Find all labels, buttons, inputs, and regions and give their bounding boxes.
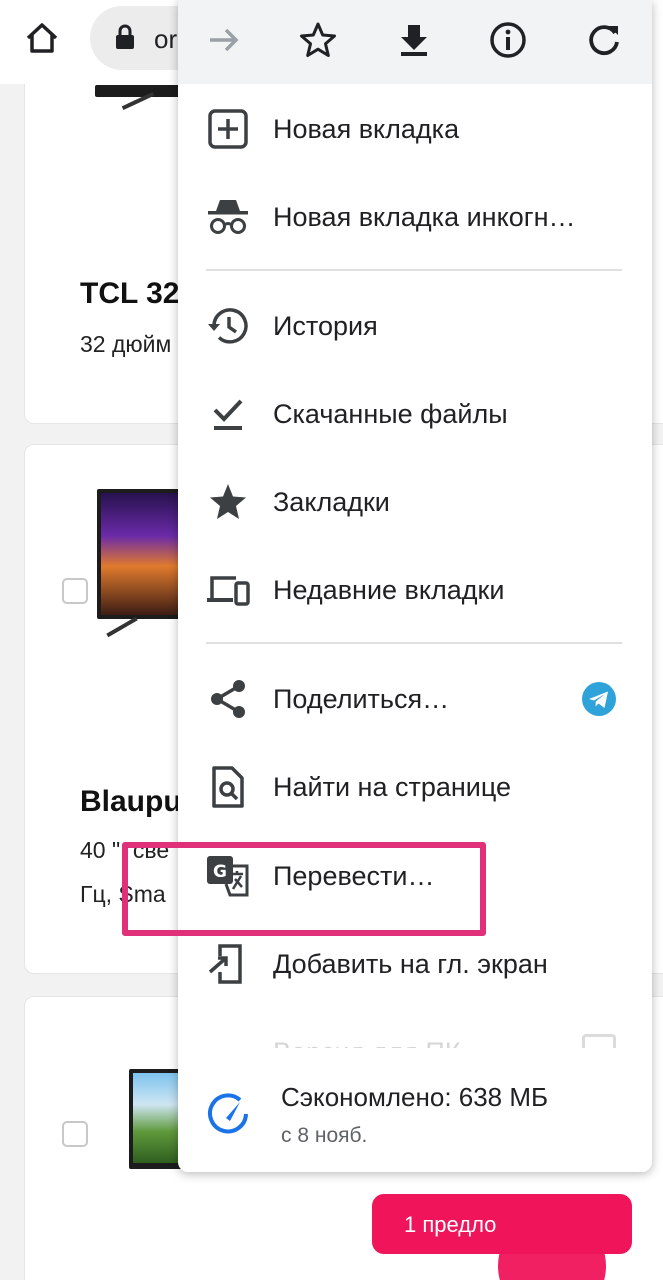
compare-checkbox[interactable] bbox=[62, 578, 88, 604]
history-icon bbox=[206, 304, 250, 348]
menu-item-incognito-tab[interactable]: Новая вкладка инкогн… bbox=[178, 173, 652, 261]
product-title[interactable]: Blaupu bbox=[80, 785, 182, 819]
incognito-icon bbox=[206, 195, 250, 239]
menu-item-recent-tabs[interactable]: Недавние вкладки bbox=[178, 546, 652, 634]
desktop-site-checkbox[interactable] bbox=[582, 1034, 616, 1048]
menu-action-row bbox=[178, 0, 652, 84]
menu-item-history[interactable]: История bbox=[178, 282, 652, 370]
downloads-icon bbox=[206, 392, 250, 436]
menu-item-share[interactable]: Поделиться… bbox=[178, 655, 652, 743]
compare-checkbox[interactable] bbox=[62, 1121, 88, 1147]
menu-item-label: Версия для ПК bbox=[273, 1037, 461, 1048]
menu-item-label: Новая вкладка bbox=[273, 114, 460, 144]
url-text[interactable]: or bbox=[154, 24, 177, 55]
menu-divider bbox=[206, 269, 622, 271]
tv-stand bbox=[106, 616, 138, 638]
data-saver-gauge-icon bbox=[206, 1092, 250, 1136]
menu-item-label: Закладки bbox=[273, 487, 390, 517]
forward-arrow-icon[interactable] bbox=[204, 20, 244, 60]
menu-item-label: Найти на странице bbox=[273, 772, 512, 802]
menu-item-label: Поделиться… bbox=[273, 684, 450, 714]
new-tab-icon bbox=[206, 107, 250, 151]
menu-item-downloads[interactable]: Скачанные файлы bbox=[178, 370, 652, 458]
info-icon[interactable] bbox=[488, 20, 528, 60]
menu-item-label: История bbox=[273, 311, 378, 341]
menu-item-label: Добавить на гл. экран bbox=[273, 949, 548, 979]
menu-divider bbox=[206, 642, 622, 644]
desktop-site-icon bbox=[206, 1030, 250, 1048]
telegram-icon[interactable] bbox=[582, 682, 616, 716]
menu-item-new-tab[interactable]: Новая вкладка bbox=[178, 85, 652, 173]
data-saved-since: с 8 нояб. bbox=[281, 1124, 368, 1147]
menu-item-label: Скачанные файлы bbox=[273, 399, 508, 429]
menu-item-label: Недавние вкладки bbox=[273, 575, 505, 605]
menu-item-find-in-page[interactable]: Найти на странице bbox=[178, 743, 652, 831]
product-image bbox=[95, 85, 185, 97]
data-saved-amount[interactable]: Сэкономлено: 638 МБ bbox=[281, 1082, 548, 1113]
home-icon[interactable] bbox=[22, 18, 62, 58]
translate-highlight-box bbox=[122, 842, 486, 936]
offers-button[interactable]: 1 предло bbox=[372, 1194, 632, 1254]
download-icon[interactable] bbox=[394, 20, 434, 60]
menu-item-label: Новая вкладка инкогн… bbox=[273, 202, 576, 232]
reload-icon[interactable] bbox=[584, 20, 624, 60]
add-to-home-screen-icon bbox=[206, 942, 250, 986]
product-specs: 32 дюйм bbox=[80, 331, 172, 357]
menu-item-desktop-site[interactable]: Версия для ПК bbox=[178, 1008, 652, 1048]
bookmarks-star-icon bbox=[206, 480, 250, 524]
share-icon bbox=[206, 677, 250, 721]
product-title[interactable]: TCL 32 bbox=[80, 277, 179, 311]
overflow-menu: Новая вкладка Новая вкладка инкогн… Исто… bbox=[178, 0, 652, 1172]
menu-item-bookmarks[interactable]: Закладки bbox=[178, 458, 652, 546]
recent-tabs-devices-icon bbox=[206, 568, 250, 612]
star-outline-icon[interactable] bbox=[298, 20, 338, 60]
lock-icon bbox=[114, 24, 136, 50]
find-in-page-icon bbox=[206, 765, 250, 809]
